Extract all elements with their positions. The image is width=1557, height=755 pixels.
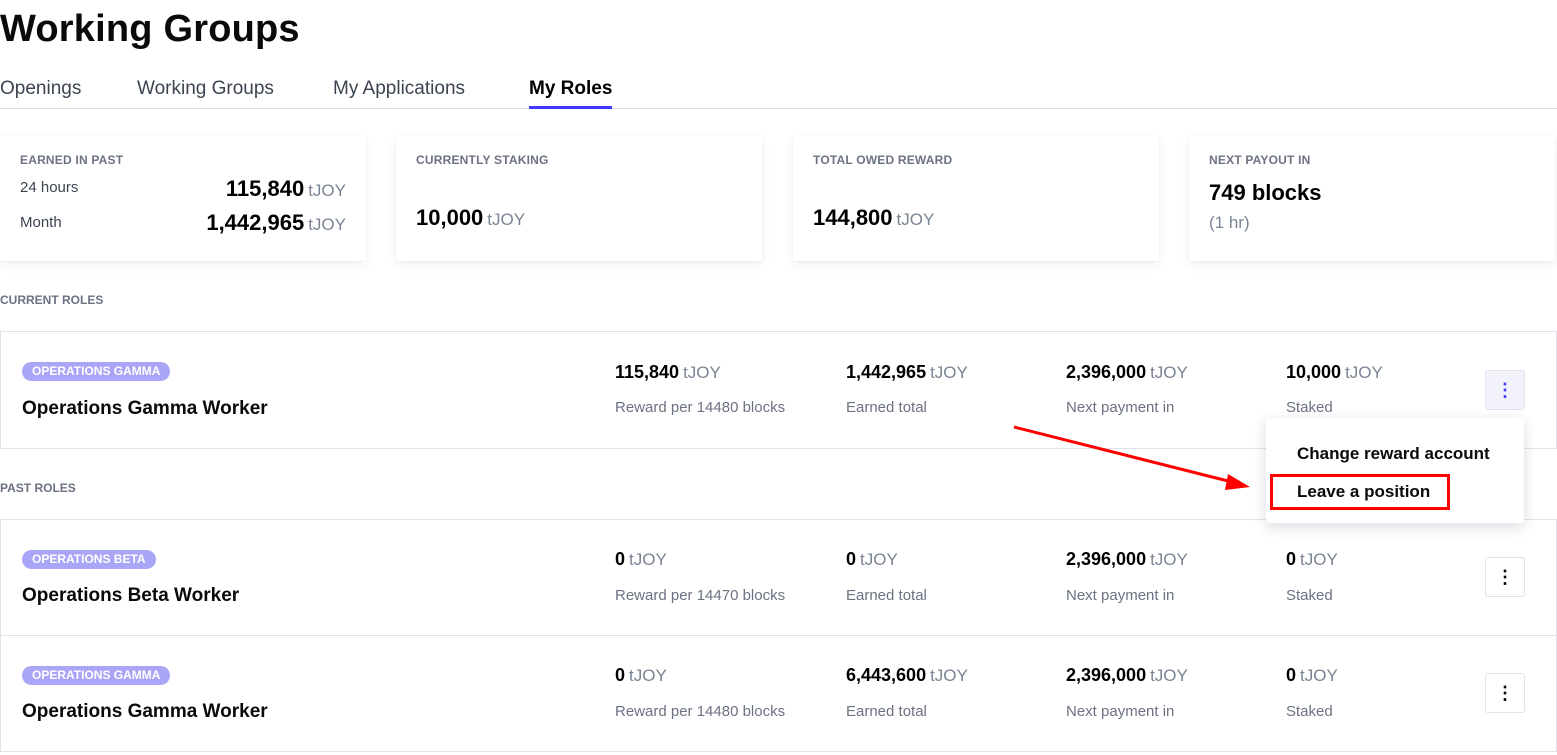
stat-label: NEXT PAYOUT IN [1209, 153, 1311, 167]
staked-value: 0 tJOY [1286, 665, 1338, 685]
stat-value-24h: 115,840 tJOY [225, 176, 346, 201]
reward-value: 0 tJOY [615, 665, 667, 685]
earned-label: Earned total [846, 399, 927, 416]
tab-bar: Openings Working Groups My Applications … [0, 78, 1557, 109]
stat-sub-payout: (1 hr) [1209, 213, 1250, 232]
staked-value: 10,000 tJOY [1286, 362, 1383, 382]
next-payment-value: 2,396,000 tJOY [1066, 665, 1188, 685]
role-row: OPERATIONS BETA Operations Beta Worker 0… [0, 519, 1557, 636]
stat-card-staking: CURRENTLY STAKING 10,000 tJOY [396, 136, 762, 261]
reward-label: Reward per 14480 blocks [615, 703, 786, 720]
staked-value: 0 tJOY [1286, 549, 1338, 569]
stat-label: TOTAL OWED REWARD [813, 153, 953, 167]
annotation-highlight-box [1270, 474, 1450, 510]
tab-openings[interactable]: Openings [0, 78, 81, 109]
next-payment-value: 2,396,000 tJOY [1066, 362, 1188, 382]
staked-label: Staked [1286, 399, 1333, 416]
role-menu-button[interactable]: ⋮ [1485, 557, 1525, 597]
stat-value-month: 1,442,965 tJOY [206, 210, 346, 235]
group-badge: OPERATIONS GAMMA [22, 666, 171, 685]
reward-value: 0 tJOY [615, 549, 667, 569]
stat-value-staking: 10,000 tJOY [416, 205, 526, 230]
page-title: Working Groups [0, 8, 300, 50]
staked-label: Staked [1286, 703, 1333, 720]
earned-value: 0 tJOY [846, 549, 898, 569]
role-title: Operations Beta Worker [22, 585, 240, 606]
vertical-dots-icon: ⋮ [1496, 683, 1514, 703]
next-payment-value: 2,396,000 tJOY [1066, 549, 1188, 569]
stat-period-24h: 24 hours [20, 179, 79, 196]
stat-label: EARNED IN PAST [20, 153, 124, 167]
earned-value: 1,442,965 tJOY [846, 362, 968, 382]
next-payment-label: Next payment in [1066, 703, 1175, 720]
vertical-dots-icon: ⋮ [1496, 567, 1514, 587]
next-payment-label: Next payment in [1066, 587, 1175, 604]
staked-label: Staked [1286, 587, 1333, 604]
menu-item-change-reward-account[interactable]: Change reward account [1297, 444, 1490, 464]
next-payment-label: Next payment in [1066, 399, 1175, 416]
stat-label: CURRENTLY STAKING [416, 153, 549, 167]
reward-value: 115,840 tJOY [615, 362, 721, 382]
role-menu-button[interactable]: ⋮ [1485, 370, 1525, 410]
earned-value: 6,443,600 tJOY [846, 665, 968, 685]
stat-value-payout: 749 blocks [1209, 180, 1322, 205]
reward-label: Reward per 14480 blocks [615, 399, 786, 416]
section-label-past: PAST ROLES [0, 481, 76, 495]
tab-my-applications[interactable]: My Applications [333, 78, 465, 109]
tab-working-groups[interactable]: Working Groups [137, 78, 274, 109]
stat-card-payout: NEXT PAYOUT IN 749 blocks (1 hr) [1189, 136, 1555, 261]
stat-card-owed: TOTAL OWED REWARD 144,800 tJOY [793, 136, 1159, 261]
earned-label: Earned total [846, 703, 927, 720]
stat-period-month: Month [20, 214, 62, 231]
tab-my-roles[interactable]: My Roles [529, 78, 613, 109]
role-row: OPERATIONS GAMMA Operations Gamma Worker… [0, 635, 1557, 752]
earned-label: Earned total [846, 587, 927, 604]
reward-label: Reward per 14470 blocks [615, 587, 786, 604]
group-badge: OPERATIONS GAMMA [22, 362, 171, 381]
stat-value-owed: 144,800 tJOY [813, 205, 935, 230]
section-label-current: CURRENT ROLES [0, 293, 104, 307]
group-badge: OPERATIONS BETA [22, 550, 156, 569]
role-title: Operations Gamma Worker [22, 398, 268, 419]
role-menu-button[interactable]: ⋮ [1485, 673, 1525, 713]
vertical-dots-icon: ⋮ [1496, 380, 1514, 400]
role-title: Operations Gamma Worker [22, 701, 268, 722]
stat-card-earned: EARNED IN PAST 24 hours 115,840 tJOY Mont… [0, 136, 366, 261]
